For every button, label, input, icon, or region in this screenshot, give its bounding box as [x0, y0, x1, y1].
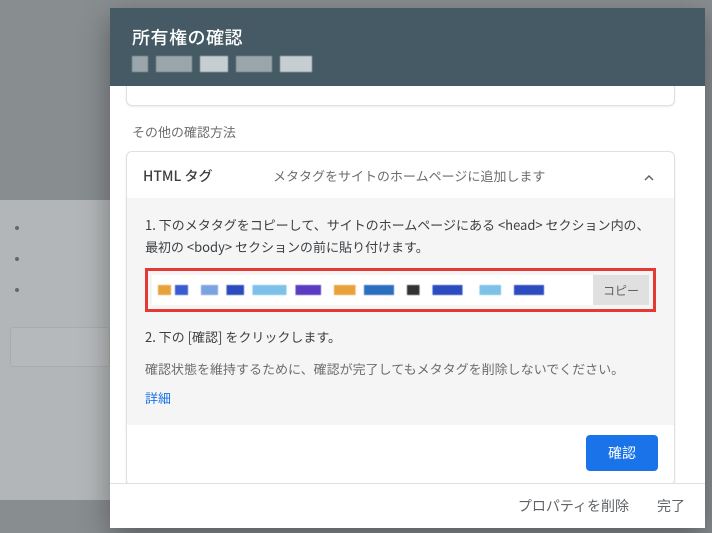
card-actions: 確認 [127, 425, 674, 483]
modal-header: 所有権の確認 [110, 8, 705, 86]
step-1-text: 1. 下のメタタグをコピーして、サイトのホームページにある <head> セクシ… [145, 214, 656, 258]
remove-property-label: プロパティを削除 [518, 498, 629, 514]
html-tag-card-body: 1. 下のメタタグをコピーして、サイトのホームページにある <head> セクシ… [127, 198, 674, 425]
modal-title: 所有権の確認 [132, 24, 683, 50]
modal-footer: プロパティを削除 完了 [110, 483, 705, 528]
step-2-text: 2. 下の [確認] をクリックします。 [145, 326, 656, 348]
copy-button[interactable]: コピー [593, 275, 649, 305]
html-tag-card: HTML タグ メタタグをサイトのホームページに追加します 1. 下のメタタグを… [126, 151, 675, 483]
keep-tag-note: 確認状態を維持するために、確認が完了してもメタタグを削除しないでください。 [145, 358, 656, 380]
other-methods-heading: その他の確認方法 [132, 122, 689, 141]
html-tag-card-header[interactable]: HTML タグ メタタグをサイトのホームページに追加します [127, 152, 674, 198]
chevron-up-icon[interactable] [638, 166, 660, 186]
method-desc: メタタグをサイトのホームページに追加します [273, 166, 618, 186]
done-button[interactable]: 完了 [657, 496, 685, 516]
verify-ownership-modal: 所有権の確認 その他の確認方法 HTML タグ メタタグをサイトのホームページに… [110, 8, 705, 528]
meta-tag-code-field[interactable] [152, 275, 593, 305]
method-name: HTML タグ [143, 166, 253, 186]
meta-tag-redacted [158, 285, 587, 295]
details-link[interactable]: 詳細 [145, 388, 171, 407]
verify-button-label: 確認 [608, 445, 636, 461]
meta-tag-highlight-box: コピー [145, 268, 656, 312]
modal-subtitle-redacted [132, 56, 332, 72]
verify-button[interactable]: 確認 [586, 435, 658, 471]
previous-card-bottom [126, 86, 675, 106]
modal-body: その他の確認方法 HTML タグ メタタグをサイトのホームページに追加します 1… [110, 86, 705, 483]
remove-property-button[interactable]: プロパティを削除 [518, 496, 629, 516]
scroll-area[interactable]: その他の確認方法 HTML タグ メタタグをサイトのホームページに追加します 1… [110, 86, 689, 483]
bg-left-panel [0, 200, 120, 500]
done-label: 完了 [657, 498, 685, 514]
copy-button-label: コピー [603, 282, 639, 299]
